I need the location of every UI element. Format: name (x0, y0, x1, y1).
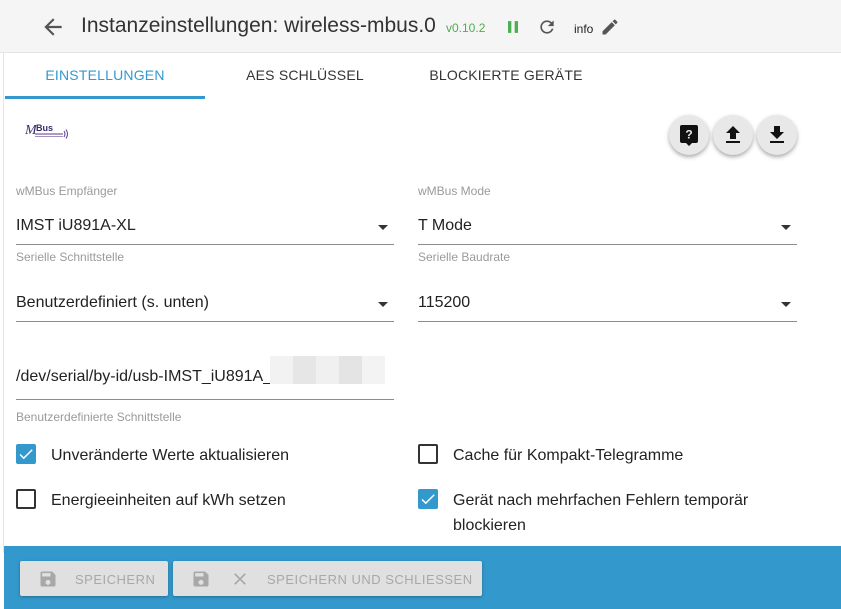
custom-port-value: /dev/serial/by-id/usb-IMST_iU891A_ (16, 368, 273, 385)
chevron-down-icon (378, 302, 388, 307)
mode-value: T Mode (418, 217, 472, 234)
save-and-close-button-label: SPEICHERN UND SCHLIESSEN (267, 572, 473, 587)
pencil-icon[interactable] (600, 17, 620, 37)
serial-port-select[interactable]: Benutzerdefiniert (s. unten) (16, 288, 394, 322)
baudrate-select[interactable]: 115200 (418, 288, 797, 322)
custom-port-input[interactable]: /dev/serial/by-id/usb-IMST_iU891A_ (16, 356, 394, 400)
help-icon: ? (680, 125, 698, 146)
baudrate-value: 115200 (418, 294, 471, 311)
save-button-label: SPEICHERN (75, 572, 156, 587)
receiver-select[interactable]: IMST iU891A-XL (16, 211, 394, 245)
checkbox-compact-cache[interactable] (418, 444, 438, 464)
back-arrow-icon[interactable] (40, 14, 66, 40)
baudrate-label: Serielle Baudrate (418, 250, 511, 264)
reload-icon[interactable] (537, 17, 557, 37)
tab-bar: EINSTELLUNGEN AES SCHLÜSSEL BLOCKIERTE G… (0, 53, 841, 99)
header-bar: Instanzeinstellungen: wireless-mbus.0 v0… (0, 0, 841, 53)
close-icon (234, 573, 246, 585)
save-and-close-button[interactable]: SPEICHERN UND SCHLIESSEN (173, 561, 482, 596)
checkbox-update-unchanged-label[interactable]: Unveränderte Werte aktualisieren (51, 443, 289, 468)
active-tab-indicator (5, 96, 205, 99)
chevron-down-icon (378, 225, 388, 230)
download-button[interactable] (757, 115, 797, 155)
checkmark-icon (19, 449, 33, 460)
instance-settings-dialog: Instanzeinstellungen: wireless-mbus.0 v0… (0, 0, 841, 609)
save-icon (193, 571, 209, 587)
download-icon (770, 126, 784, 143)
pause-icon[interactable] (503, 17, 523, 37)
custom-port-label: Benutzerdefinierte Schnittstelle (16, 410, 182, 424)
receiver-value: IMST iU891A-XL (16, 217, 136, 234)
mode-select[interactable]: T Mode (418, 211, 797, 245)
footer-bar: SPEICHERN SPEICHERN UND SCHLIESSEN (4, 546, 841, 609)
checkmark-icon (421, 494, 435, 505)
redacted-area (270, 356, 400, 384)
tab-einstellungen[interactable]: EINSTELLUNGEN (5, 53, 205, 99)
checkbox-kwh-units-label[interactable]: Energieeinheiten auf kWh setzen (51, 488, 286, 513)
version-label: v0.10.2 (446, 21, 486, 35)
svg-text:Bus: Bus (36, 123, 53, 133)
receiver-label: wMBus Empfänger (16, 184, 118, 198)
checkbox-block-on-errors[interactable] (418, 489, 438, 509)
checkbox-kwh-units[interactable] (16, 489, 36, 509)
svg-text:?: ? (685, 128, 692, 142)
serial-port-value: Benutzerdefiniert (s. unten) (16, 294, 209, 311)
tab-blockierte-geraete[interactable]: BLOCKIERTE GERÄTE (405, 53, 607, 99)
checkbox-compact-cache-label[interactable]: Cache für Kompakt-Telegramme (453, 443, 683, 468)
checkbox-block-on-errors-label[interactable]: Gerät nach mehrfachen Fehlern temporär b… (453, 488, 773, 538)
mode-label: wMBus Mode (418, 184, 491, 198)
info-label: info (574, 22, 594, 36)
upload-button[interactable] (713, 115, 753, 155)
chevron-down-icon (781, 302, 791, 307)
checkbox-update-unchanged[interactable] (16, 444, 36, 464)
chevron-down-icon (781, 225, 791, 230)
content-border (3, 53, 4, 553)
help-button[interactable]: ? (669, 115, 709, 155)
save-icon (40, 571, 56, 587)
page-title: Instanzeinstellungen: wireless-mbus.0 (81, 14, 436, 37)
save-button[interactable]: SPEICHERN (20, 561, 168, 596)
mbus-logo-icon: M Bus (25, 123, 68, 139)
tab-aes-schluessel[interactable]: AES SCHLÜSSEL (205, 53, 405, 99)
upload-icon (726, 126, 740, 143)
serial-port-label: Serielle Schnittstelle (16, 250, 125, 264)
